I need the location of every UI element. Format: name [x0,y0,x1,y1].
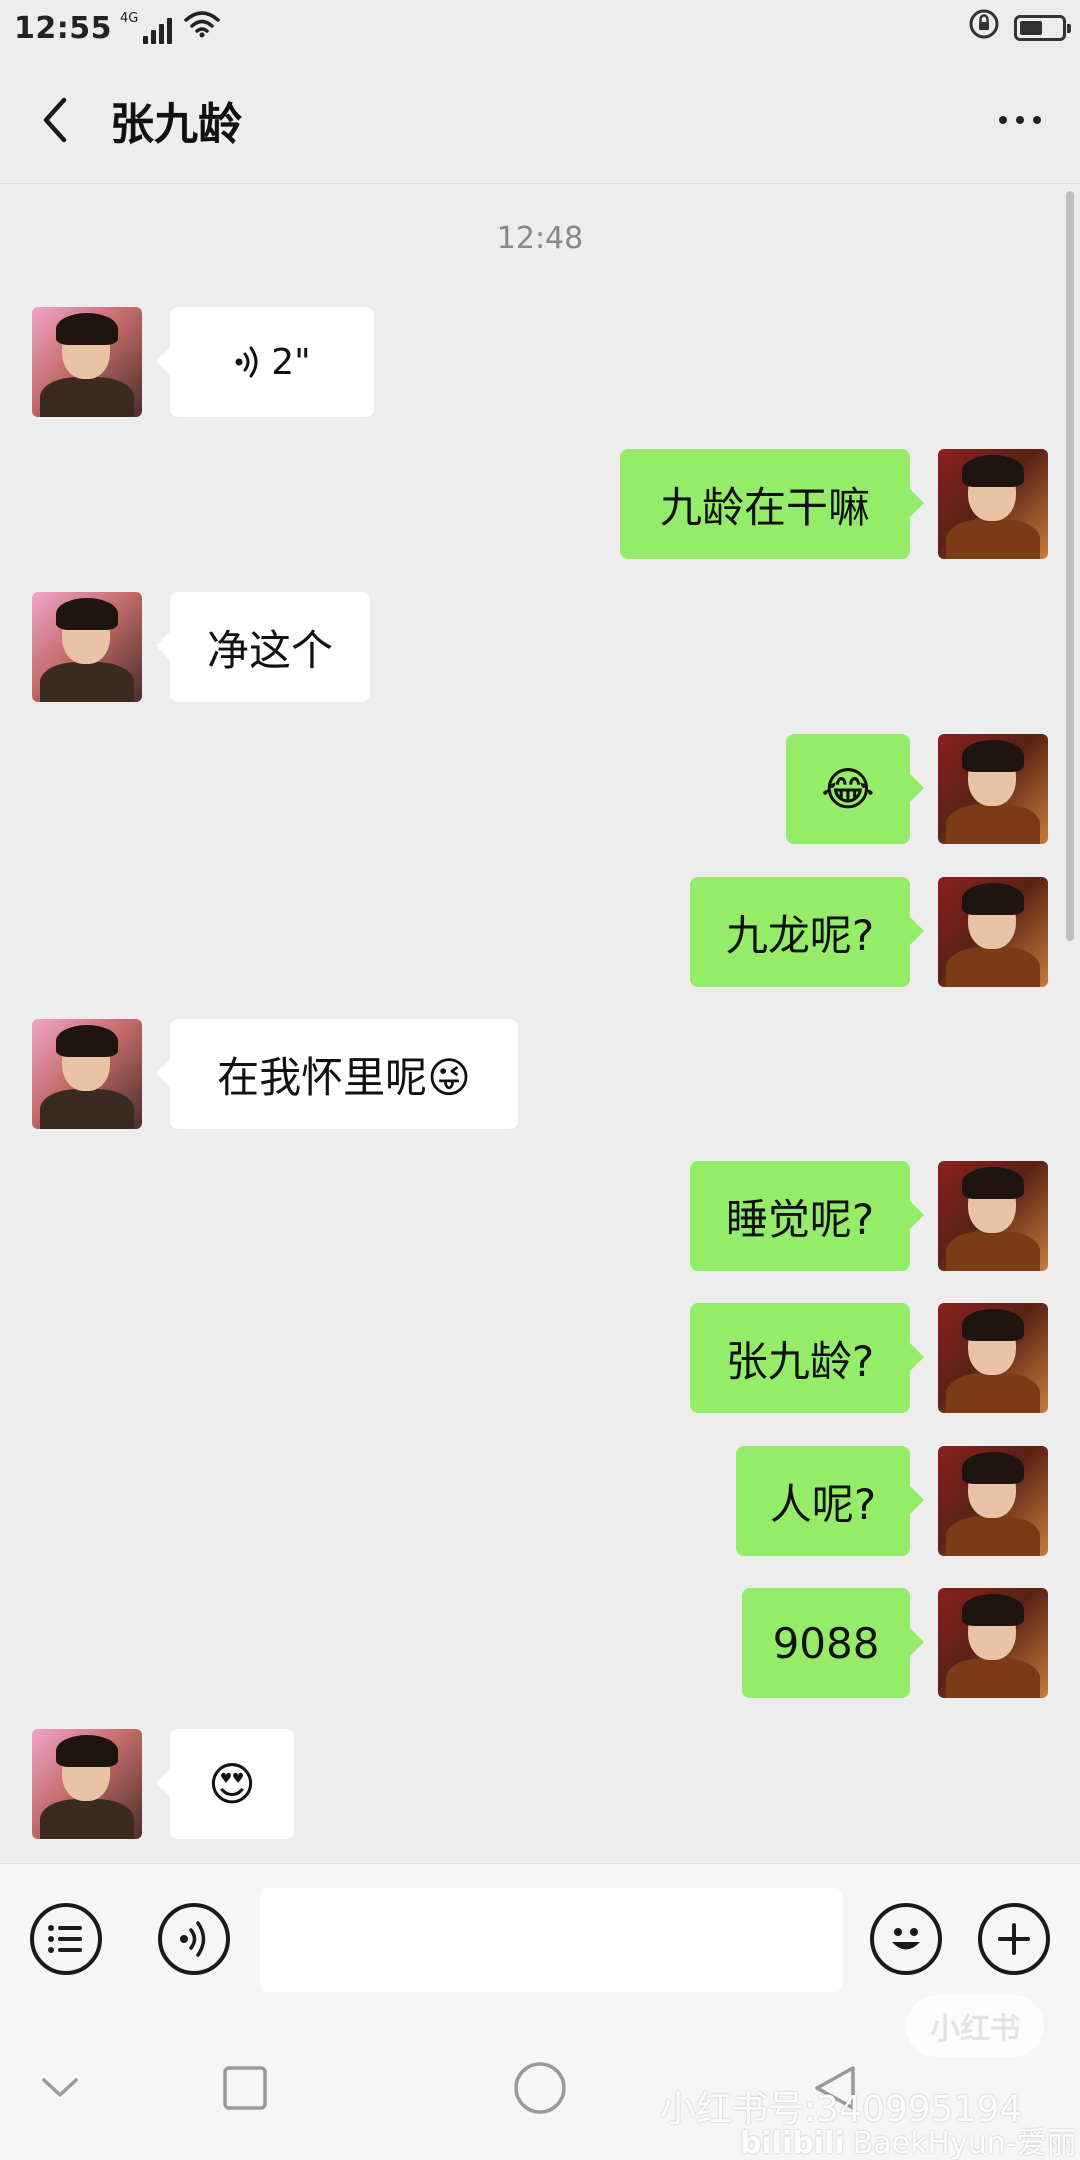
battery-icon [1014,15,1071,41]
my-avatar[interactable] [938,1446,1048,1556]
message-input[interactable] [260,1888,842,1992]
sent-emoji-bubble[interactable]: 😂 [786,734,924,844]
message-list[interactable]: 12:48 2" 九龄在干嘛 净这个 😂 九龙呢? 在我怀里呢😜 睡觉呢? 张九… [0,185,1080,1863]
my-avatar[interactable] [938,1588,1048,1698]
contact-avatar[interactable] [32,307,142,417]
my-avatar[interactable] [938,734,1048,844]
more-actions-button[interactable] [978,1903,1050,1975]
nav-home-button[interactable] [505,2053,575,2123]
square-icon [223,2066,267,2110]
network-type: 4G [120,11,139,26]
status-time: 12:55 [14,10,112,46]
message-row: 在我怀里呢😜 [0,1019,1080,1129]
received-message-bubble[interactable]: 在我怀里呢😜 [156,1019,518,1129]
page-title: 张九龄 [110,98,242,150]
received-message-bubble[interactable]: 净这个 [156,592,370,702]
sent-message-bubble[interactable]: 九龄在干嘛 [620,449,924,559]
contact-avatar[interactable] [32,1729,142,1839]
my-avatar[interactable] [938,877,1048,987]
message-row: 9088 [0,1588,1080,1698]
message-row: 😍 [0,1729,1080,1839]
sent-message-bubble[interactable]: 九龙呢? [690,877,924,987]
voice-wave-icon [235,346,258,378]
emoji-button[interactable] [870,1903,942,1975]
sent-message-bubble[interactable]: 睡觉呢? [690,1161,924,1271]
status-bar: 12:55 4G [0,0,1080,56]
plus-icon [998,1923,1030,1955]
menu-button[interactable] [30,1903,102,1975]
voice-message-bubble[interactable]: 2" [156,307,374,417]
back-button[interactable] [0,56,110,184]
message-row: 2" [0,307,1080,417]
signal-icon: 4G [120,11,173,44]
my-avatar[interactable] [938,1303,1048,1413]
more-options-button[interactable] [960,56,1080,184]
message-row: 睡觉呢? [0,1161,1080,1271]
message-row: 张九龄? [0,1303,1080,1413]
message-row: 九龙呢? [0,877,1080,987]
nav-hide-button[interactable] [25,2053,95,2123]
chevron-left-icon [43,97,67,142]
sent-message-bubble[interactable]: 9088 [742,1588,924,1698]
input-bar [0,1863,1080,2013]
received-emoji-bubble[interactable]: 😍 [156,1729,294,1839]
voice-icon [180,1921,206,1957]
chevron-down-icon [42,2078,78,2097]
contact-avatar[interactable] [32,592,142,702]
bilibili-logo: bilibili [740,2126,845,2160]
message-timestamp: 12:48 [496,221,584,256]
wifi-icon [184,10,221,46]
bilibili-watermark: bilibili BaekHyun-爱丽 [740,2126,1077,2160]
voice-input-button[interactable] [158,1903,230,1975]
rotation-lock-icon [968,8,1000,48]
list-icon [48,1925,82,1953]
my-avatar[interactable] [938,449,1048,559]
chat-header: 张九龄 [0,56,1080,184]
sent-message-bubble[interactable]: 张九龄? [690,1303,924,1413]
emoji-icon [892,1928,920,1950]
message-row: 😂 [0,734,1080,844]
my-avatar[interactable] [938,1161,1048,1271]
message-row: 人呢? [0,1446,1080,1556]
circle-icon [514,2062,566,2114]
sent-message-bubble[interactable]: 人呢? [736,1446,924,1556]
more-icon [999,115,1007,124]
xiaohongshu-logo-watermark: 小红书 [906,1995,1044,2057]
nav-recents-button[interactable] [210,2053,280,2123]
voice-duration: 2" [271,341,311,383]
message-row: 九龄在干嘛 [0,449,1080,559]
message-row: 净这个 [0,592,1080,702]
contact-avatar[interactable] [32,1019,142,1129]
